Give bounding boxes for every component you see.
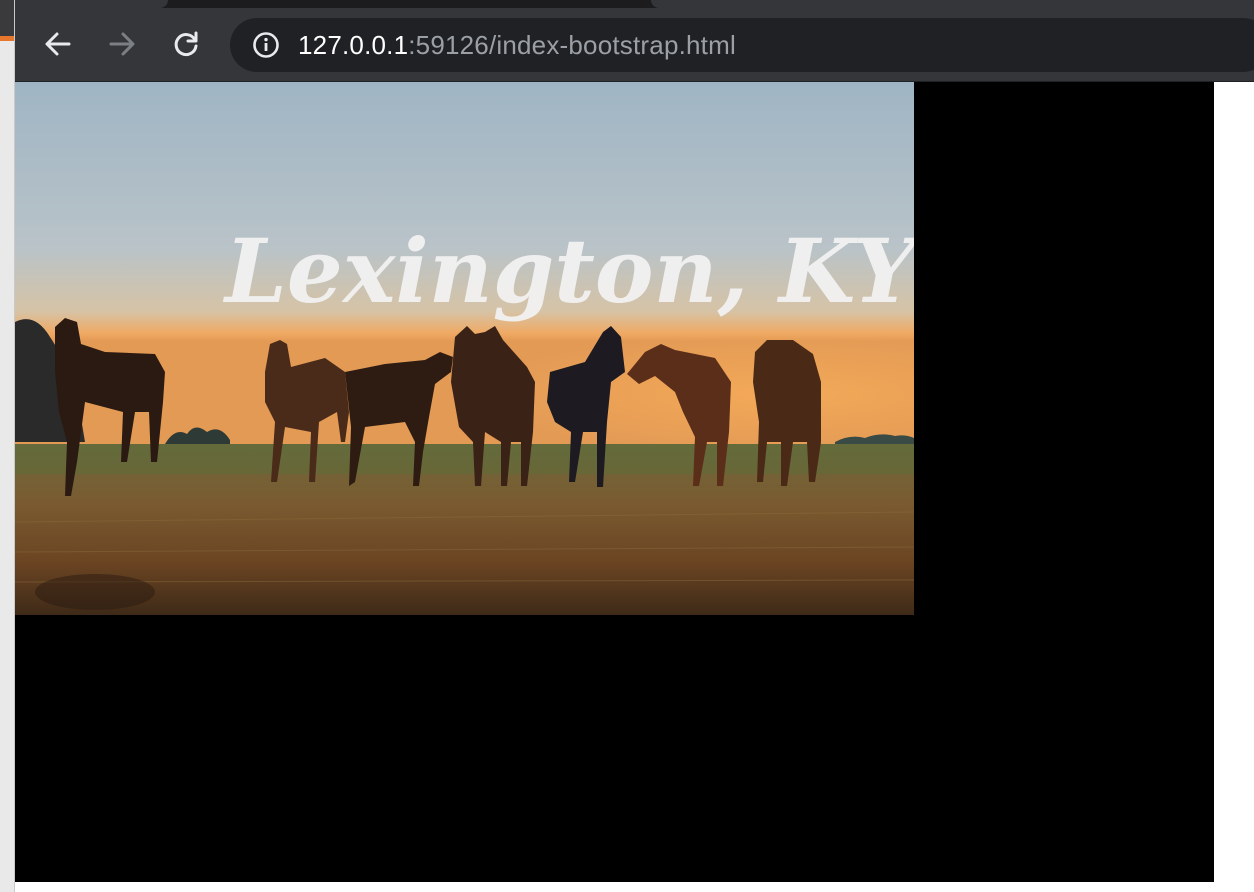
tab[interactable] [15,0,168,8]
tab[interactable] [651,0,1254,8]
tab-strip [15,0,1254,8]
hero-photo: Lexington, KY [15,82,914,615]
url-path: :59126/index-bootstrap.html [408,30,736,60]
background-window-accent [0,36,14,41]
logo-text: Lexington, KY [222,219,914,323]
forward-button[interactable] [102,26,142,62]
browser-toolbar: 127.0.0.1:59126/index-bootstrap.html [15,8,1254,82]
hero-image: Lexington, KY [15,82,914,615]
background-window-edge [0,0,15,892]
background-window-titlebar [0,0,14,36]
arrow-right-icon [109,32,135,56]
page-margin-right [1214,82,1254,892]
lexington-logo: Lexington, KY [222,219,914,323]
info-icon[interactable] [252,31,280,59]
url-text[interactable]: 127.0.0.1:59126/index-bootstrap.html [298,18,736,72]
address-bar[interactable]: 127.0.0.1:59126/index-bootstrap.html [230,18,1254,72]
url-host: 127.0.0.1 [298,30,409,60]
page-margin-bottom [15,882,1214,892]
page-viewport: Lexington, KY [15,82,1214,882]
back-button[interactable] [38,26,78,62]
reload-icon [174,31,198,56]
arrow-left-icon [45,32,71,56]
browser-window: 127.0.0.1:59126/index-bootstrap.html Lex… [15,0,1254,892]
reload-button[interactable] [166,26,206,62]
